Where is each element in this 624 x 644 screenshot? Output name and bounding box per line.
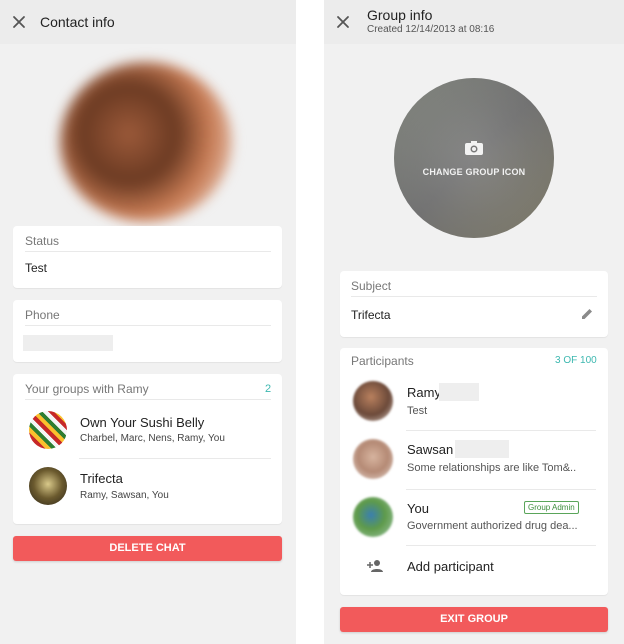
phone-label: Phone: [25, 308, 60, 322]
header-title: Contact info: [40, 14, 115, 30]
participant-status: Test: [407, 405, 428, 417]
delete-chat-button[interactable]: DELETE CHAT: [13, 536, 282, 561]
groups-card: Your groups with Ramy 2 Own Your Sushi B…: [13, 374, 282, 524]
subject-value: Trifecta: [351, 308, 391, 322]
phone-card: Phone: [13, 300, 282, 362]
groups-label: Your groups with Ramy: [25, 382, 149, 396]
name-redacted: [455, 440, 509, 458]
participant-status: Some relationships are like Tom&..: [407, 462, 577, 474]
participant-status: Government authorized drug dea...: [407, 520, 578, 532]
list-item[interactable]: You Group Admin Government authorized dr…: [340, 493, 608, 545]
participant-name: Ramy: [407, 385, 441, 400]
group-photo[interactable]: CHANGE GROUP ICON: [394, 78, 554, 238]
exit-group-button[interactable]: EXIT GROUP: [340, 607, 608, 632]
avatar: [29, 467, 67, 505]
list-item[interactable]: Own Your Sushi Belly Charbel, Marc, Nens…: [13, 402, 282, 458]
list-item[interactable]: Ramy Test: [340, 373, 608, 428]
status-label: Status: [25, 234, 60, 248]
header-subtitle: Created 12/14/2013 at 08:16: [367, 24, 495, 35]
subject-card: Subject Trifecta: [340, 271, 608, 337]
divider: [25, 251, 271, 252]
contact-photo[interactable]: [60, 62, 232, 222]
list-item[interactable]: Sawsan Some relationships are like Tom&.…: [340, 433, 608, 488]
change-group-icon-label: CHANGE GROUP ICON: [422, 167, 526, 177]
divider: [406, 489, 596, 490]
pencil-icon[interactable]: [579, 306, 595, 322]
groups-count: 2: [265, 383, 272, 395]
camera-icon: [464, 140, 484, 156]
add-person-icon: [365, 558, 385, 574]
participant-name: Sawsan: [407, 442, 454, 457]
group-photo-overlay: [394, 78, 554, 238]
close-icon[interactable]: [8, 11, 30, 33]
add-participant-label: Add participant: [407, 559, 494, 574]
divider: [25, 399, 271, 400]
avatar: [29, 411, 67, 449]
header-title: Group info: [367, 7, 433, 23]
avatar: [353, 381, 393, 421]
contact-info-header: Contact info: [0, 0, 296, 44]
subject-label: Subject: [351, 279, 392, 293]
avatar: [353, 439, 393, 479]
group-info-header: Group info Created 12/14/2013 at 08:16: [324, 0, 624, 44]
group-name: Own Your Sushi Belly: [80, 415, 205, 430]
phone-value-redacted: [23, 335, 113, 351]
name-redacted: [439, 383, 479, 401]
group-admin-badge: Group Admin: [524, 501, 579, 514]
divider: [351, 296, 597, 297]
contact-info-panel: Contact info Status Test Phone Your grou…: [0, 0, 296, 644]
divider: [25, 325, 271, 326]
divider: [406, 545, 596, 546]
participants-count: 3 OF 100: [555, 355, 597, 366]
add-participant-row[interactable]: Add participant: [340, 548, 608, 588]
participants-card: Participants 3 OF 100 Ramy Test Sawsan S…: [340, 348, 608, 595]
group-name: Trifecta: [80, 471, 123, 486]
participants-label: Participants: [351, 354, 414, 368]
list-item[interactable]: Trifecta Ramy, Sawsan, You: [13, 459, 282, 515]
participant-name: You: [407, 501, 429, 516]
divider: [406, 430, 596, 431]
group-members: Ramy, Sawsan, You: [80, 490, 169, 501]
avatar: [353, 497, 393, 537]
status-card: Status Test: [13, 226, 282, 288]
group-members: Charbel, Marc, Nens, Ramy, You: [80, 433, 225, 444]
close-icon[interactable]: [332, 11, 354, 33]
status-value: Test: [25, 261, 48, 275]
